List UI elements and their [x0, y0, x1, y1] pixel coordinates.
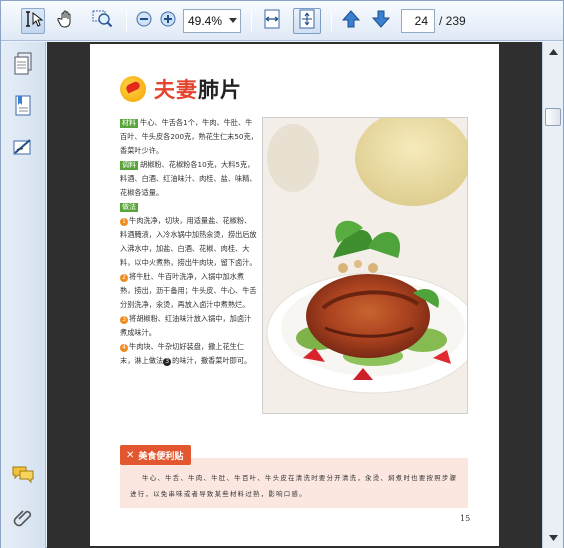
signatures-panel-icon	[12, 137, 34, 163]
attachments-panel-icon	[13, 507, 33, 533]
zoom-in-icon	[160, 11, 176, 31]
navigation-pane	[1, 42, 46, 548]
fit-width-icon	[263, 9, 281, 33]
method-heading: 做法	[120, 200, 258, 214]
pdf-viewer-window: 49.4% 24 / 239 夫妻 肺片 材料 牛心、牛舌各1个，牛肉、牛肚、牛…	[0, 0, 564, 548]
step-text: 的味汁，撒香菜叶即可。	[172, 356, 252, 365]
recipe-text: 材料 牛心、牛舌各1个，牛肉、牛肚、牛百叶、牛头皮各200克，熟花生仁末50克，香…	[120, 116, 258, 368]
comments-panel-button[interactable]	[9, 462, 37, 490]
method-step: 4 牛肉块、牛杂切好装盘，撒上花生仁末，淋上做法 3 的味汁，撒香菜叶即可。	[120, 340, 258, 368]
fit-page-button[interactable]	[293, 8, 321, 34]
recipe-title: 夫妻 肺片	[120, 74, 242, 104]
attachments-panel-button[interactable]	[9, 506, 37, 534]
tip-heading: ✕ 美食便利贴	[120, 445, 192, 465]
scroll-up-arrow-icon	[548, 49, 558, 55]
zoom-in-button[interactable]	[158, 8, 178, 34]
document-area[interactable]: 夫妻 肺片 材料 牛心、牛舌各1个，牛肉、牛肚、牛百叶、牛头皮各200克，熟花生仁末…	[47, 42, 542, 548]
tip-title: 美食便利贴	[138, 451, 184, 462]
materials-paragraph: 材料 牛心、牛舌各1个，牛肉、牛肚、牛百叶、牛头皮各200克，熟花生仁末50克，香…	[120, 116, 258, 158]
seasoning-text: 胡椒粉、花椒粉各10克，大料5克，料酒、白酒、红油味汁、肉桂、盐、味精、花椒各适…	[120, 160, 257, 197]
method-step: 2 将牛肚、牛百叶洗净，入锅中加水煮熟，捞出，沥干备用；牛头皮、牛心、牛舌分别洗净…	[120, 270, 258, 312]
hand-tool-button[interactable]	[54, 8, 78, 34]
comments-panel-icon	[11, 464, 35, 488]
select-text-icon	[23, 10, 44, 32]
scroll-down-button[interactable]	[543, 530, 563, 546]
page-number-value: 24	[414, 14, 428, 28]
scroll-thumb[interactable]	[545, 108, 561, 126]
dish-photo	[262, 117, 468, 414]
step-text: 将牛肚、牛百叶洗净，入锅中加水煮熟，捞出，沥干备用；牛头皮、牛心、牛舌分别洗净，…	[120, 272, 257, 309]
pdf-page: 夫妻 肺片 材料 牛心、牛舌各1个，牛肉、牛肚、牛百叶、牛头皮各200克，熟花生仁末…	[90, 44, 499, 546]
step-reference-number: 3	[163, 358, 172, 366]
printed-page-number: 15	[460, 514, 471, 523]
zoom-level-dropdown[interactable]: 49.4%	[183, 9, 241, 33]
page-total-label: / 239	[439, 14, 466, 28]
previous-page-icon	[341, 9, 361, 33]
step-number: 4	[120, 344, 128, 352]
chili-logo-icon	[120, 76, 146, 102]
materials-text: 牛心、牛舌各1个，牛肉、牛肚、牛百叶、牛头皮各200克，熟花生仁末50克，香菜叶…	[120, 118, 258, 155]
select-text-tool-button[interactable]	[21, 8, 45, 34]
seasoning-paragraph: 调料 胡椒粉、花椒粉各10克，大料5克，料酒、白酒、红油味汁、肉桂、盐、味精、花椒…	[120, 158, 258, 200]
toolbar-separator	[251, 10, 252, 32]
zoom-out-icon	[136, 11, 152, 31]
marquee-zoom-button[interactable]	[90, 8, 116, 34]
toolbar-separator	[126, 10, 127, 32]
hand-tool-icon	[56, 9, 76, 33]
signatures-panel-button[interactable]	[9, 136, 37, 164]
recipe-title-red: 夫妻	[154, 78, 198, 102]
tip-text: 牛心、牛舌、牛肉、牛肚、牛百叶、牛头皮在清洗时要分开清洗，汆烫、焖煮时也要按照步…	[130, 474, 458, 498]
method-tag: 做法	[120, 203, 138, 212]
step-number: 2	[120, 274, 128, 282]
step-text: 将胡椒粉、红油味汁放入锅中，加卤汁煮成味汁。	[120, 314, 252, 337]
marquee-zoom-icon	[92, 9, 114, 33]
step-text: 牛肉洗净，切块，用适量盐、花椒粉、料酒腌渍，入冷水锅中加热汆烫，捞出后放入沸水中…	[120, 216, 257, 267]
previous-page-button[interactable]	[340, 8, 362, 34]
method-step: 1 牛肉洗净，切块，用适量盐、花椒粉、料酒腌渍，入冷水锅中加热汆烫，捞出后放入沸水…	[120, 214, 258, 270]
materials-tag: 材料	[120, 119, 138, 128]
recipe-title-black: 肺片	[198, 78, 242, 102]
bookmarks-panel-icon	[13, 94, 33, 122]
fit-width-button[interactable]	[260, 8, 284, 34]
toolbar-separator	[331, 10, 332, 32]
zoom-level-value: 49.4%	[188, 14, 223, 28]
seasoning-tag: 调料	[120, 161, 138, 170]
scroll-down-arrow-icon	[548, 535, 558, 541]
bookmarks-panel-button[interactable]	[9, 94, 37, 122]
fit-page-icon	[298, 9, 316, 33]
step-number: 1	[120, 218, 128, 226]
next-page-icon	[371, 9, 391, 33]
pages-panel-icon	[13, 52, 33, 80]
cutlery-icon: ✕	[126, 449, 135, 461]
page-number-input[interactable]: 24	[401, 9, 435, 33]
pages-panel-button[interactable]	[9, 52, 37, 80]
method-step: 3 将胡椒粉、红油味汁放入锅中，加卤汁煮成味汁。	[120, 312, 258, 340]
toolbar: 49.4% 24 / 239	[1, 1, 563, 41]
scroll-up-button[interactable]	[543, 44, 563, 60]
next-page-button[interactable]	[370, 8, 392, 34]
step-number: 3	[120, 316, 128, 324]
chevron-down-icon[interactable]	[229, 18, 237, 23]
zoom-out-button[interactable]	[134, 8, 154, 34]
vertical-scrollbar[interactable]	[542, 42, 563, 548]
